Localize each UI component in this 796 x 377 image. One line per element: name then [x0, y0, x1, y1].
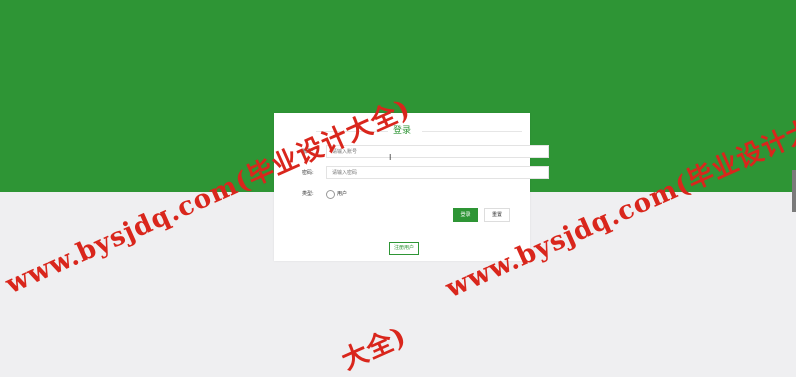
- text-cursor-icon: I: [389, 153, 392, 162]
- scrollbar-thumb[interactable]: [792, 170, 796, 212]
- user-type-radio-label[interactable]: 用户: [337, 190, 347, 197]
- type-label: 类型:: [302, 191, 314, 197]
- login-button[interactable]: 登录: [453, 208, 478, 222]
- register-user-button[interactable]: 注册用户: [389, 242, 419, 255]
- title-divider-right: [422, 131, 522, 132]
- user-type-radio[interactable]: [326, 190, 335, 199]
- reset-button[interactable]: 重置: [484, 208, 510, 222]
- password-input[interactable]: [326, 166, 549, 179]
- watermark: 大全): [337, 321, 412, 377]
